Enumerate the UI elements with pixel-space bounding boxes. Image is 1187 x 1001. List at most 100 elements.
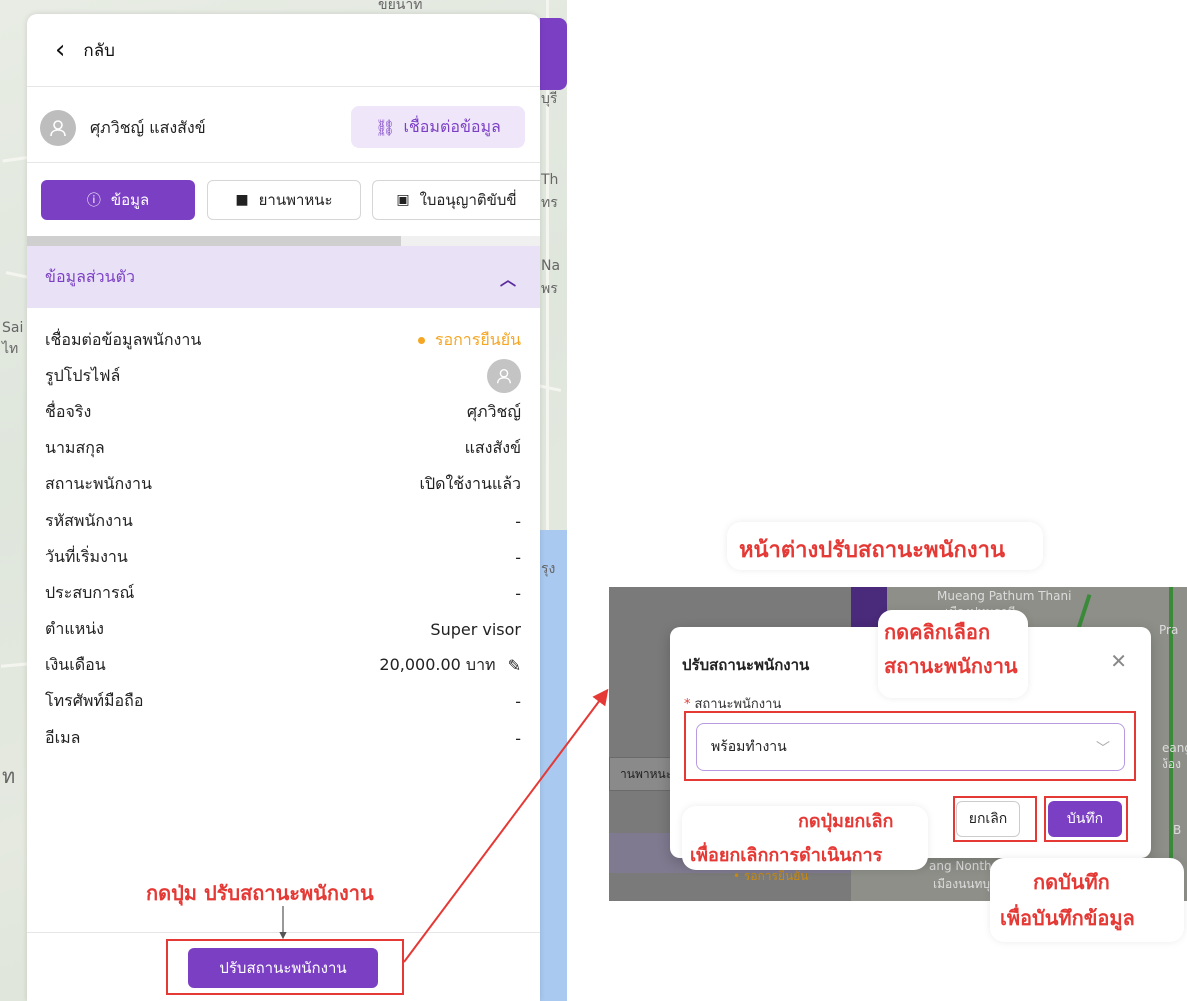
annotation-box <box>166 939 404 995</box>
shot-tab: านพาหนะ <box>609 757 679 791</box>
map-label: บุรี <box>541 91 558 107</box>
info-label: โทรศัพท์มือถือ <box>45 691 144 711</box>
info-value: Super visor <box>430 620 521 640</box>
map-label: ท <box>2 764 16 788</box>
info-row: ชื่อจริง ศุภวิชญ์ <box>45 394 521 430</box>
map-label: Pra <box>1159 623 1179 637</box>
edit-icon[interactable]: ✎ <box>508 656 521 675</box>
info-value: - <box>515 583 521 603</box>
map-river <box>539 530 567 1001</box>
back-button[interactable]: ‹ กลับ <box>27 14 540 86</box>
info-label: เชื่อมต่อข้อมูลพนักงาน <box>45 329 202 349</box>
map-label: รุง <box>541 561 556 577</box>
annotation-save: กดบันทึก <box>1033 870 1110 894</box>
divider <box>27 86 540 87</box>
info-value: ศุภวิชญ์ <box>466 401 521 421</box>
map-label: B <box>1173 823 1182 837</box>
annotation-press-adjust: กดปุ่ม ปรับสถานะพนักงาน <box>146 881 374 905</box>
info-value: แสงสังข์ <box>464 438 521 458</box>
info-label: เงินเดือน <box>45 655 106 675</box>
employee-detail-panel: ‹ กลับ ศุภวิชญ์ แสงสังข์ ⛓ เชื่อมต่อข้อม… <box>27 14 540 1001</box>
tab-info[interactable]: ⓘ ข้อมูล <box>41 180 195 220</box>
truck-icon: ■ <box>235 192 249 208</box>
annotation-window-title: หน้าต่างปรับสถานะพนักงาน <box>739 538 1005 563</box>
map-label: พร <box>541 281 558 297</box>
map-label: เมืองนนทบุรี <box>933 877 997 891</box>
tab-label: ข้อมูล <box>110 191 150 209</box>
info-value: - <box>515 692 521 712</box>
close-icon[interactable]: ✕ <box>1110 649 1127 673</box>
user-name: ศุภวิชญ์ แสงสังข์ <box>90 117 206 137</box>
info-value: - <box>515 511 521 531</box>
status-field-label-text: สถานะพนักงาน <box>694 697 782 712</box>
map-label: Th <box>541 172 559 188</box>
info-value: - <box>515 728 521 748</box>
link-data-button[interactable]: ⛓ เชื่อมต่อข้อมูล <box>351 106 525 148</box>
chevron-left-icon: ‹ <box>55 35 66 65</box>
avatar <box>40 110 76 146</box>
info-label: รหัสพนักงาน <box>45 510 133 530</box>
info-row: วันที่เริ่มงาน - <box>45 539 521 575</box>
status-value: รอการยืนยัน <box>434 329 521 349</box>
info-icon: ⓘ <box>86 193 101 209</box>
info-row: อีเมล - <box>45 720 521 756</box>
profile-avatar <box>487 359 521 394</box>
tab-label: ใบอนุญาติขับขี่ <box>419 191 517 209</box>
modal-title: ปรับสถานะพนักงาน <box>682 656 810 674</box>
info-label: ตำแหน่ง <box>45 619 104 639</box>
salary-value: 20,000.00 บาท <box>379 655 496 675</box>
annotation-box <box>1044 796 1128 842</box>
info-value: เปิดใช้งานแล้ว <box>419 474 521 494</box>
screen: ขยนาท บุรี Th ทร Na พร Sai ไท รุง ท ‹ กล… <box>0 0 1187 1001</box>
info-label: สถานะพนักงาน <box>45 474 152 494</box>
link-data-label: เชื่อมต่อข้อมูล <box>403 116 501 136</box>
info-row: รหัสพนักงาน - <box>45 503 521 539</box>
info-value: - <box>515 547 521 567</box>
map-panel-toggle[interactable] <box>540 18 567 90</box>
annotation-box <box>684 711 1136 781</box>
map-label: eang <box>1162 741 1187 755</box>
map-label: ง้อง <box>1162 757 1181 771</box>
map-label: Na <box>541 258 561 274</box>
map-label: ไท <box>2 341 19 357</box>
info-row: เชื่อมต่อข้อมูลพนักงาน รอการยืนยัน <box>45 322 521 358</box>
info-label: รูปโปรไฟล์ <box>45 365 121 385</box>
user-icon <box>50 120 66 137</box>
section-title: ข้อมูลส่วนตัว <box>45 266 135 286</box>
tab-scrollbar-thumb[interactable] <box>27 236 401 246</box>
info-label: ประสบการณ์ <box>45 582 135 602</box>
required-marker: * <box>684 697 691 712</box>
info-row: ประสบการณ์ - <box>45 575 521 611</box>
user-icon <box>496 369 512 384</box>
info-row: เงินเดือน 20,000.00 บาท ✎ <box>45 648 521 684</box>
divider <box>27 162 540 163</box>
chevron-up-icon: ︿ <box>499 270 516 289</box>
back-label: กลับ <box>83 40 115 61</box>
info-row: นามสกุล แสงสังข์ <box>45 431 521 467</box>
info-row: สถานะพนักงาน เปิดใช้งานแล้ว <box>45 467 521 503</box>
id-card-icon: ▣ <box>396 192 410 208</box>
info-label: ชื่อจริง <box>45 401 92 421</box>
info-row: โทรศัพท์มือถือ - <box>45 684 521 720</box>
map-label: Mueang Pathum Thani <box>937 589 1072 603</box>
status-dot <box>417 336 425 344</box>
user-header: ศุภวิชญ์ แสงสังข์ ⛓ เชื่อมต่อข้อมูล <box>40 106 526 150</box>
info-label: วันที่เริ่มงาน <box>45 546 128 566</box>
info-row: รูปโปรไฟล์ <box>45 358 521 394</box>
tab-vehicle[interactable]: ■ ยานพาหนะ <box>207 180 361 220</box>
tab-bar: ⓘ ข้อมูล ■ ยานพาหนะ ▣ ใบอนุญาติขับขี่ <box>41 180 540 220</box>
annotation-cancel: เพื่อยกเลิกการดำเนินการ <box>690 845 883 866</box>
annotation-save: เพื่อบันทึกข้อมูล <box>1000 906 1135 930</box>
section-personal-info[interactable]: ข้อมูลส่วนตัว ︿ <box>27 246 540 308</box>
annotation-cancel: กดปุ่มยกเลิก <box>798 811 894 832</box>
info-label: นามสกุล <box>45 438 105 458</box>
annotation-click-select: กดคลิกเลือก <box>884 620 991 644</box>
annotation-click-select: สถานะพนักงาน <box>884 654 1018 678</box>
map-label: ทร <box>541 195 558 211</box>
map-label: Sai <box>2 320 24 336</box>
info-label: อีเมล <box>45 727 81 747</box>
info-list: เชื่อมต่อข้อมูลพนักงาน รอการยืนยัน รูปโป… <box>45 322 521 756</box>
annotation-box <box>953 796 1037 842</box>
tab-label: ยานพาหนะ <box>258 191 333 209</box>
tab-license[interactable]: ▣ ใบอนุญาติขับขี่ <box>372 180 540 220</box>
